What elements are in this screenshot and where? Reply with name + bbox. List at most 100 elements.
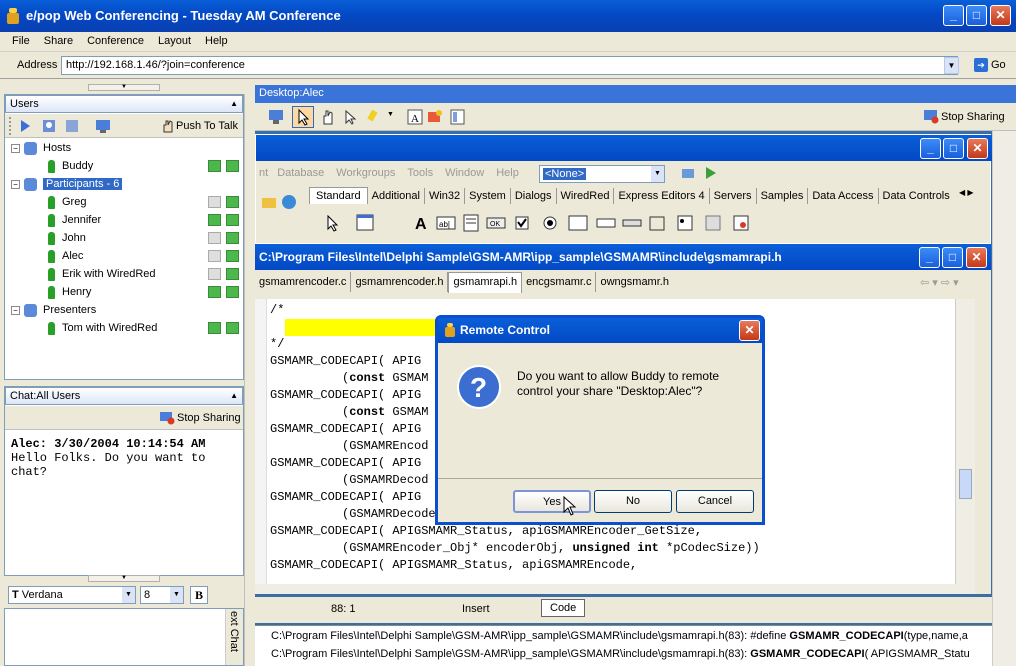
- groupbox-icon[interactable]: [648, 214, 666, 232]
- listbox-icon[interactable]: [568, 214, 588, 232]
- dialog-close-button[interactable]: ✕: [739, 320, 760, 341]
- audio-icon[interactable]: [226, 286, 239, 298]
- tree-group-participants[interactable]: − Participants - 6: [5, 175, 243, 193]
- label-icon[interactable]: A: [414, 214, 432, 232]
- palette-tab[interactable]: System: [465, 188, 511, 204]
- history-nav-arrows[interactable]: ⇦ ▾ ⇨ ▾: [920, 276, 959, 289]
- memo-icon[interactable]: [462, 214, 480, 232]
- tree-group-presenters[interactable]: − Presenters: [5, 301, 243, 319]
- collapse-icon[interactable]: ▲: [230, 99, 238, 108]
- tree-user-buddy[interactable]: Buddy: [5, 157, 243, 175]
- chat-input[interactable]: ext Chat: [4, 608, 244, 666]
- radiogroup-icon[interactable]: [676, 214, 694, 232]
- font-size-select[interactable]: 8 ▼: [140, 586, 184, 604]
- toggle-form-icon[interactable]: [280, 193, 298, 211]
- select-arrow-icon[interactable]: [343, 108, 357, 126]
- pointer-tool-button[interactable]: [292, 106, 314, 128]
- highlighter-icon[interactable]: [366, 108, 384, 126]
- component-icon[interactable]: [680, 165, 698, 181]
- audio-icon[interactable]: [226, 322, 239, 334]
- tree-user-greg[interactable]: Greg: [5, 193, 243, 211]
- actionlist-icon[interactable]: [732, 214, 750, 232]
- file-tab[interactable]: owngsmamr.h: [596, 272, 672, 292]
- close-button[interactable]: ✕: [990, 5, 1011, 26]
- run-icon[interactable]: [702, 165, 720, 181]
- arrow-cursor-icon[interactable]: [324, 214, 340, 232]
- tree-user-john[interactable]: John: [5, 229, 243, 247]
- cancel-button[interactable]: Cancel: [676, 490, 754, 513]
- collapse-icon[interactable]: −: [11, 179, 20, 189]
- menu-share[interactable]: Share: [37, 32, 80, 47]
- yes-button[interactable]: Yes: [513, 490, 591, 513]
- scroll-thumb[interactable]: [959, 469, 972, 499]
- play-icon[interactable]: [19, 119, 31, 133]
- ide-menu-item[interactable]: Database: [271, 163, 330, 183]
- palette-tab[interactable]: Samples: [757, 188, 809, 204]
- code-maximize-button[interactable]: □: [942, 247, 963, 268]
- tree-user-tom[interactable]: Tom with WiredRed: [5, 319, 243, 337]
- palette-tab[interactable]: Data Controls: [879, 188, 954, 204]
- video-icon[interactable]: [208, 214, 221, 226]
- menu-layout[interactable]: Layout: [151, 32, 198, 47]
- bold-button[interactable]: B: [190, 586, 208, 604]
- minimize-button[interactable]: _: [943, 5, 964, 26]
- video-icon[interactable]: [208, 322, 221, 334]
- ide-menu-item[interactable]: Help: [490, 163, 525, 183]
- scrollbar-icon[interactable]: [622, 214, 642, 232]
- address-input[interactable]: http://192.168.1.46/?join=conference: [61, 56, 958, 75]
- video-icon[interactable]: [208, 232, 221, 244]
- palette-tab[interactable]: Win32: [425, 188, 466, 204]
- stop-sharing-button[interactable]: Stop Sharing: [177, 412, 241, 424]
- no-button[interactable]: No: [594, 490, 672, 513]
- chevron-down-icon[interactable]: ▼: [387, 111, 394, 118]
- audio-icon[interactable]: [226, 196, 239, 208]
- push-to-talk-button[interactable]: Push To Talk: [176, 120, 238, 132]
- palette-tab[interactable]: Dialogs: [511, 188, 557, 204]
- code-minimize-button[interactable]: _: [919, 247, 940, 268]
- ide-menu-item[interactable]: nt: [256, 163, 271, 183]
- ide-menu-item[interactable]: Window: [439, 163, 490, 183]
- tree-user-erik[interactable]: Erik with WiredRed: [5, 265, 243, 283]
- file-tab-active[interactable]: gsmamrapi.h: [448, 272, 523, 293]
- hand-icon[interactable]: [320, 108, 336, 126]
- code-vertical-scrollbar[interactable]: [955, 299, 975, 584]
- text-tool-icon[interactable]: A: [407, 108, 423, 126]
- go-button[interactable]: ➔ Go: [974, 58, 1006, 72]
- audio-icon[interactable]: [226, 268, 239, 280]
- splitter-grip[interactable]: ▼: [88, 84, 160, 91]
- erase-icon[interactable]: [427, 108, 443, 126]
- audio-icon[interactable]: [226, 214, 239, 226]
- ide-menu-item[interactable]: Tools: [401, 163, 439, 183]
- tree-user-henry[interactable]: Henry: [5, 283, 243, 301]
- ide-maximize-button[interactable]: □: [943, 138, 964, 159]
- palette-tab[interactable]: Data Access: [808, 188, 879, 204]
- video-icon[interactable]: [208, 196, 221, 208]
- collapse-icon[interactable]: −: [11, 143, 20, 153]
- palette-tab[interactable]: Additional: [368, 188, 425, 204]
- menu-conference[interactable]: Conference: [80, 32, 151, 47]
- address-dropdown-button[interactable]: ▼: [944, 57, 959, 74]
- code-tab[interactable]: Code: [541, 599, 586, 617]
- ide-close-button[interactable]: ✕: [967, 138, 988, 159]
- monitor-icon[interactable]: [268, 109, 284, 125]
- tree-group-hosts[interactable]: − Hosts: [5, 139, 243, 157]
- audio-icon[interactable]: [226, 250, 239, 262]
- file-tab[interactable]: gsmamrencoder.h: [351, 272, 449, 292]
- share-screen-icon[interactable]: [95, 118, 113, 134]
- file-tab[interactable]: gsmamrencoder.c: [255, 272, 352, 292]
- window-icon[interactable]: [65, 119, 79, 133]
- checkbox-icon[interactable]: [514, 214, 530, 232]
- code-close-button[interactable]: ✕: [966, 247, 987, 268]
- panel-icon[interactable]: [450, 108, 466, 126]
- collapse-icon[interactable]: −: [11, 305, 20, 315]
- text-chat-tab[interactable]: ext Chat: [225, 609, 243, 665]
- desktop-vertical-scrollbar[interactable]: [992, 131, 1016, 666]
- video-icon[interactable]: [208, 286, 221, 298]
- edit-icon[interactable]: ab|: [436, 214, 456, 232]
- palette-tab[interactable]: Standard: [309, 187, 368, 204]
- ide-minimize-button[interactable]: _: [920, 138, 941, 159]
- output-line-2[interactable]: C:\Program Files\Intel\Delphi Sample\GSM…: [271, 648, 970, 660]
- tree-user-alec[interactable]: Alec: [5, 247, 243, 265]
- file-tab[interactable]: encgsmamr.c: [522, 272, 597, 292]
- panel-component-icon[interactable]: [704, 214, 722, 232]
